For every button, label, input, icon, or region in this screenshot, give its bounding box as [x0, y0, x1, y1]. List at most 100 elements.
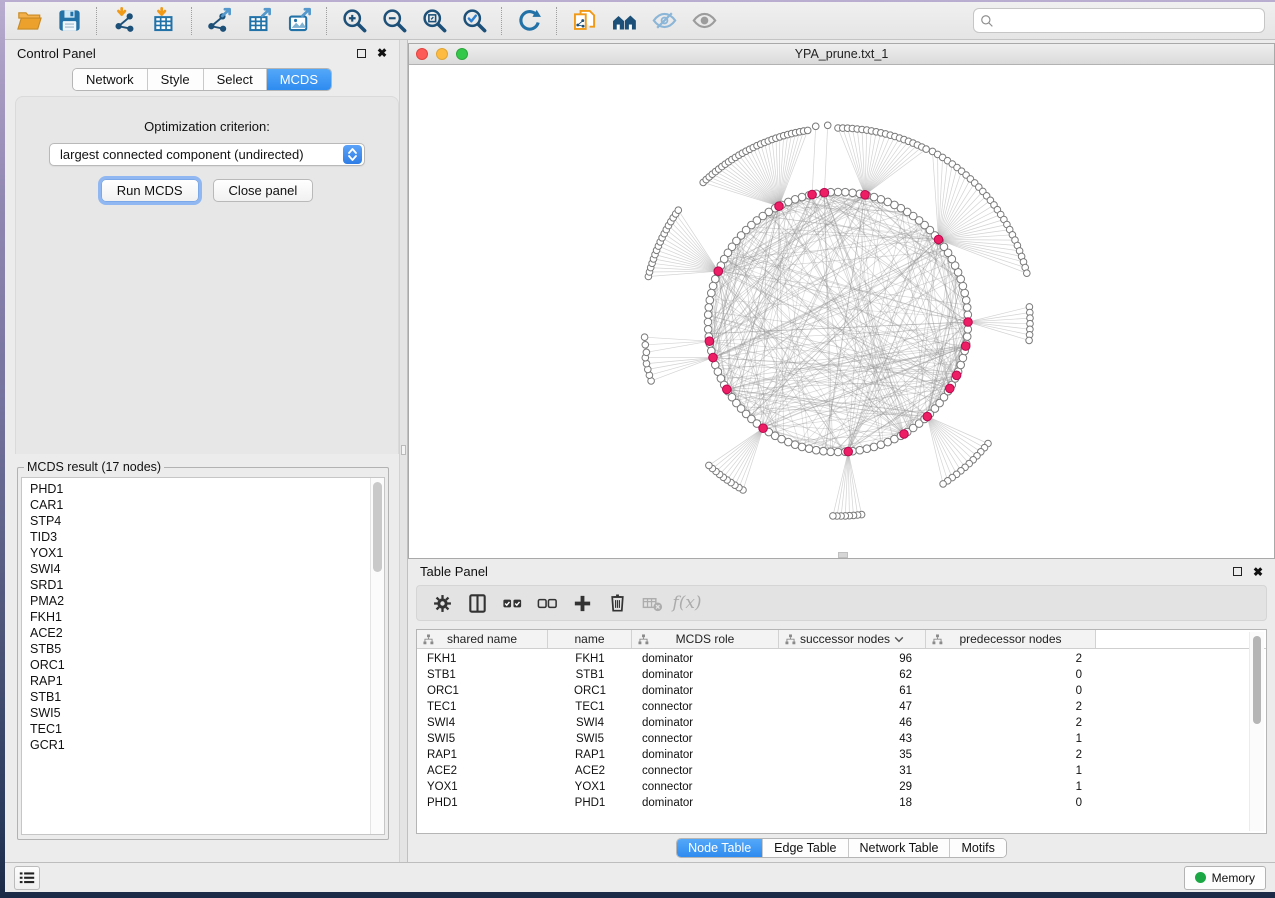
result-node-item[interactable]: SRD1	[30, 577, 370, 593]
first-neighbors-button[interactable]	[604, 5, 644, 37]
column-label: name	[574, 632, 604, 646]
select-all-icon	[501, 592, 524, 615]
table-row[interactable]: SWI5SWI5connector431	[417, 731, 1266, 747]
search-box[interactable]	[973, 8, 1265, 33]
result-node-item[interactable]: STB1	[30, 689, 370, 705]
duplicate-network-button[interactable]	[564, 5, 604, 37]
delete-row-button[interactable]	[602, 589, 632, 617]
float-table-panel-icon[interactable]	[1233, 567, 1242, 576]
deselect-all-button[interactable]	[532, 589, 562, 617]
export-table-button[interactable]	[239, 5, 279, 37]
run-mcds-button[interactable]: Run MCDS	[101, 179, 199, 202]
result-node-item[interactable]: TEC1	[30, 721, 370, 737]
tab-node-table[interactable]: Node Table	[677, 839, 763, 857]
table-row[interactable]: STB1STB1dominator620	[417, 667, 1266, 683]
tab-mcds[interactable]: MCDS	[267, 69, 331, 90]
result-node-item[interactable]: PMA2	[30, 593, 370, 609]
task-history-button[interactable]	[14, 866, 40, 890]
cell-predecessor_nodes: 0	[926, 669, 1096, 681]
result-node-item[interactable]: STB5	[30, 641, 370, 657]
zoom-fit-icon	[421, 7, 448, 34]
export-network-button[interactable]	[199, 5, 239, 37]
canvas-resize-grip[interactable]	[838, 552, 848, 558]
network-graph[interactable]	[409, 65, 1274, 554]
show-columns-button[interactable]	[462, 589, 492, 617]
result-node-item[interactable]: ACE2	[30, 625, 370, 641]
panel-splitter[interactable]	[399, 40, 408, 862]
column-header-name[interactable]: name	[548, 630, 632, 648]
scrollbar-thumb[interactable]	[373, 482, 382, 572]
table-row[interactable]: ORC1ORC1dominator610	[417, 683, 1266, 699]
cell-predecessor_nodes: 0	[926, 797, 1096, 809]
table-row[interactable]: FKH1FKH1dominator962	[417, 651, 1266, 667]
result-list-scrollbar[interactable]	[370, 478, 384, 834]
result-node-item[interactable]: RAP1	[30, 673, 370, 689]
result-node-item[interactable]: TID3	[30, 529, 370, 545]
result-node-item[interactable]: SWI5	[30, 705, 370, 721]
close-panel-icon[interactable]: ✖	[377, 47, 387, 59]
tab-motifs[interactable]: Motifs	[950, 839, 1005, 857]
result-node-item[interactable]: ORC1	[30, 657, 370, 673]
import-table-button[interactable]	[144, 5, 184, 37]
save-session-button[interactable]	[49, 5, 89, 37]
search-input[interactable]	[994, 14, 1258, 28]
result-node-item[interactable]: GCR1	[30, 737, 370, 753]
cell-shared_name: SWI5	[417, 733, 548, 745]
close-panel-button[interactable]: Close panel	[213, 179, 314, 202]
result-node-item[interactable]: STP4	[30, 513, 370, 529]
result-node-item[interactable]: CAR1	[30, 497, 370, 513]
table-row[interactable]: SWI4SWI4dominator462	[417, 715, 1266, 731]
result-node-item[interactable]: FKH1	[30, 609, 370, 625]
table-scrollbar[interactable]	[1249, 632, 1264, 831]
close-table-panel-icon[interactable]: ✖	[1253, 566, 1263, 578]
cell-shared_name: YOX1	[417, 781, 548, 793]
function-builder-button: f(x)	[672, 589, 702, 617]
refresh-view-button[interactable]	[509, 5, 549, 37]
cell-successor_nodes: 46	[779, 717, 926, 729]
hide-selected-button[interactable]	[644, 5, 684, 37]
import-network-button[interactable]	[104, 5, 144, 37]
export-image-button[interactable]	[279, 5, 319, 37]
memory-button[interactable]: Memory	[1184, 866, 1266, 890]
network-canvas[interactable]	[409, 65, 1274, 558]
mcds-result-list[interactable]: PHD1CAR1STP4TID3YOX1SWI4SRD1PMA2FKH1ACE2…	[22, 478, 370, 834]
tab-style[interactable]: Style	[148, 69, 204, 90]
column-header-shared-name[interactable]: shared name	[417, 630, 548, 648]
zoom-fit-button[interactable]	[414, 5, 454, 37]
table-row[interactable]: RAP1RAP1dominator352	[417, 747, 1266, 763]
float-panel-icon[interactable]	[357, 49, 366, 58]
zoom-out-button[interactable]	[374, 5, 414, 37]
table-row[interactable]: ACE2ACE2connector311	[417, 763, 1266, 779]
zoom-selected-button[interactable]	[454, 5, 494, 37]
table-row[interactable]: PHD1PHD1dominator180	[417, 795, 1266, 811]
delete-row-icon	[606, 592, 629, 615]
column-header-predecessor-nodes[interactable]: predecessor nodes	[926, 630, 1096, 648]
tab-edge-table[interactable]: Edge Table	[763, 839, 848, 857]
select-all-button[interactable]	[497, 589, 527, 617]
open-file-button[interactable]	[9, 5, 49, 37]
result-node-item[interactable]: PHD1	[30, 481, 370, 497]
zoom-out-icon	[381, 7, 408, 34]
node-table: shared name name MCDS rolesuccessor nodesp…	[416, 629, 1267, 834]
splitter-grip[interactable]	[401, 445, 406, 455]
table-row[interactable]: YOX1YOX1connector291	[417, 779, 1266, 795]
network-window-titlebar[interactable]: YPA_prune.txt_1	[409, 44, 1274, 65]
show-all-button[interactable]	[684, 5, 724, 37]
result-node-item[interactable]: YOX1	[30, 545, 370, 561]
tab-network-table[interactable]: Network Table	[849, 839, 951, 857]
add-row-button[interactable]	[567, 589, 597, 617]
table-row[interactable]: TEC1TEC1connector472	[417, 699, 1266, 715]
cell-mcds_role: dominator	[632, 653, 779, 665]
tab-select[interactable]: Select	[204, 69, 267, 90]
zoom-in-button[interactable]	[334, 5, 374, 37]
column-header-MCDS-role[interactable]: MCDS role	[632, 630, 779, 648]
cell-shared_name: FKH1	[417, 653, 548, 665]
cell-shared_name: TEC1	[417, 701, 548, 713]
result-node-item[interactable]: SWI4	[30, 561, 370, 577]
table-scrollbar-thumb[interactable]	[1253, 636, 1261, 724]
column-header-successor-nodes[interactable]: successor nodes	[779, 630, 926, 648]
settings-button[interactable]	[427, 589, 457, 617]
import-table-icon	[151, 7, 178, 34]
optimization-criterion-select[interactable]: largest connected component (undirected)	[49, 143, 365, 166]
tab-network[interactable]: Network	[73, 69, 148, 90]
